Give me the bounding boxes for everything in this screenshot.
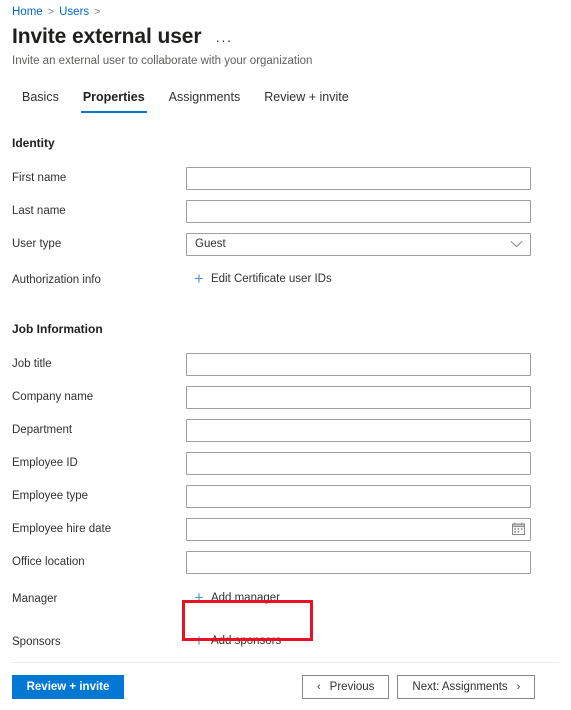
edit-certificate-user-ids-label: Edit Certificate user IDs [210,273,332,285]
section-heading-identity: Identity [12,136,55,150]
breadcrumb-item-home[interactable]: Home [12,6,43,18]
field-row-company-name: Company name [0,382,571,412]
field-row-sponsors: Sponsors + Add sponsors [0,627,571,657]
control-manager: + Add manager [186,588,531,608]
label-employee-id: Employee ID [12,457,78,469]
field-row-user-type: User type Guest [0,229,571,259]
page-title-row: Invite external user ··· [12,24,232,50]
plus-icon: + [194,269,204,288]
label-authorization-info: Authorization info [12,274,101,286]
control-company-name [186,385,531,409]
input-job-title[interactable] [186,352,531,376]
invite-external-user-page: Home > Users > Invite external user ··· Inv… [0,0,571,710]
plus-icon: + [194,631,204,650]
tab-assignments[interactable]: Assignments [157,88,253,113]
page-title: Invite external user [12,25,202,48]
breadcrumb-separator-icon: > [94,6,101,18]
previous-button[interactable]: ‹ Previous [302,674,390,699]
label-manager: Manager [12,593,58,605]
breadcrumb-item-users[interactable]: Users [59,6,89,18]
field-row-employee-id: Employee ID [0,448,571,478]
label-last-name: Last name [12,205,66,217]
edit-certificate-user-ids-button[interactable]: + Edit Certificate user IDs [194,269,332,288]
control-user-type: Guest [186,232,531,256]
previous-label: Previous [329,680,375,693]
input-employee-type[interactable] [186,484,531,508]
breadcrumb: Home > Users > [12,4,106,20]
control-employee-type [186,484,531,508]
add-sponsors-button[interactable]: + Add sponsors [194,631,282,650]
input-employee-id[interactable] [186,451,531,475]
add-manager-label: Add manager [210,592,280,604]
control-authorization-info: + Edit Certificate user IDs [186,269,531,289]
control-job-title [186,352,531,376]
review-invite-button[interactable]: Review + invite [12,674,124,699]
add-sponsors-label: Add sponsors [210,635,282,647]
control-department [186,418,531,442]
label-user-type: User type [12,238,62,250]
plus-icon: + [194,588,204,607]
label-employee-type: Employee type [12,490,89,502]
field-row-employee-hire-date: Employee hire date [0,514,571,544]
next-assignments-button[interactable]: Next: Assignments › [397,674,536,699]
tab-review-invite[interactable]: Review + invite [252,88,360,113]
properties-form: Identity First name Last name User type … [0,128,571,662]
input-department[interactable] [186,418,531,442]
tab-basics[interactable]: Basics [10,88,71,113]
field-row-office-location: Office location [0,547,571,577]
control-first-name [186,166,531,190]
chevron-right-icon: › [516,680,521,693]
more-options-icon[interactable]: ··· [215,33,232,47]
page-subtitle: Invite an external user to collaborate w… [12,55,313,67]
label-office-location: Office location [12,556,85,568]
label-department: Department [12,424,73,436]
input-employee-hire-date[interactable] [186,517,531,541]
field-row-manager: Manager + Add manager [0,584,571,614]
label-sponsors: Sponsors [12,636,61,648]
breadcrumb-separator-icon: > [47,6,55,18]
calendar-icon[interactable] [512,522,525,536]
wizard-footer: Review + invite ‹ Previous Next: Assignm… [0,663,571,710]
label-first-name: First name [12,172,67,184]
wizard-tabs: Basics Properties Assignments Review + i… [10,88,361,113]
control-office-location [186,550,531,574]
next-label: Next: Assignments [412,680,508,693]
control-employee-hire-date [186,517,531,541]
field-row-employee-type: Employee type [0,481,571,511]
input-office-location[interactable] [186,550,531,574]
field-row-last-name: Last name [0,196,571,226]
tab-properties[interactable]: Properties [71,88,157,113]
control-employee-id [186,451,531,475]
add-manager-button[interactable]: + Add manager [194,588,280,607]
control-last-name [186,199,531,223]
chevron-left-icon: ‹ [317,680,321,693]
field-row-job-title: Job title [0,349,571,379]
input-company-name[interactable] [186,385,531,409]
section-heading-job-information: Job Information [12,322,103,336]
label-employee-hire-date: Employee hire date [12,523,112,535]
input-first-name[interactable] [186,166,531,190]
label-job-title: Job title [12,358,52,370]
control-sponsors: + Add sponsors [186,631,531,651]
field-row-first-name: First name [0,163,571,193]
label-company-name: Company name [12,391,94,403]
field-row-department: Department [0,415,571,445]
input-last-name[interactable] [186,199,531,223]
select-user-type[interactable]: Guest [186,232,531,256]
field-row-authorization-info: Authorization info + Edit Certificate us… [0,265,571,295]
